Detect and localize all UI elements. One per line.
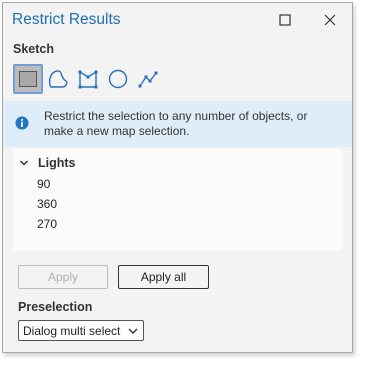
- maximize-button[interactable]: [273, 9, 297, 31]
- line-tool[interactable]: [133, 64, 163, 94]
- info-icon: [15, 116, 29, 130]
- info-text: Restrict the selection to any number of …: [44, 109, 308, 138]
- line-icon: [138, 71, 158, 88]
- polygon-tool[interactable]: [73, 64, 103, 94]
- preselection-value: Dialog multi select: [23, 324, 121, 338]
- dialog-title: Restrict Results: [12, 11, 121, 28]
- polygon-icon: [78, 70, 98, 89]
- info-banner: Restrict the selection to any number of …: [3, 101, 352, 147]
- restrict-results-dialog: Restrict Results Sketch Restrict the sel…: [2, 2, 353, 353]
- lasso-tool[interactable]: [43, 64, 73, 94]
- lasso-icon: [48, 70, 68, 88]
- tree-group-lights[interactable]: Lights: [19, 155, 76, 171]
- tree-group-label: Lights: [38, 156, 76, 170]
- apply-button[interactable]: Apply: [18, 265, 108, 289]
- chevron-down-icon: [19, 160, 29, 166]
- preselection-label: Preselection: [18, 300, 93, 314]
- rectangle-icon: [19, 71, 37, 87]
- close-button[interactable]: [318, 9, 342, 31]
- tree-item[interactable]: 360: [37, 197, 57, 211]
- chevron-down-icon: [128, 328, 138, 334]
- rectangle-tool[interactable]: [13, 64, 43, 94]
- results-tree: Lights 90 360 270: [13, 149, 342, 251]
- circle-icon: [108, 69, 128, 89]
- close-icon: [324, 14, 336, 26]
- preselection-dropdown[interactable]: Dialog multi select: [18, 320, 144, 341]
- maximize-icon: [279, 14, 291, 26]
- sketch-label: Sketch: [13, 42, 54, 56]
- tree-item[interactable]: 90: [37, 177, 50, 191]
- apply-all-button[interactable]: Apply all: [118, 265, 209, 289]
- sketch-tools: [13, 64, 163, 94]
- tree-item[interactable]: 270: [37, 217, 57, 231]
- circle-tool[interactable]: [103, 64, 133, 94]
- title-bar: Restrict Results: [3, 3, 352, 37]
